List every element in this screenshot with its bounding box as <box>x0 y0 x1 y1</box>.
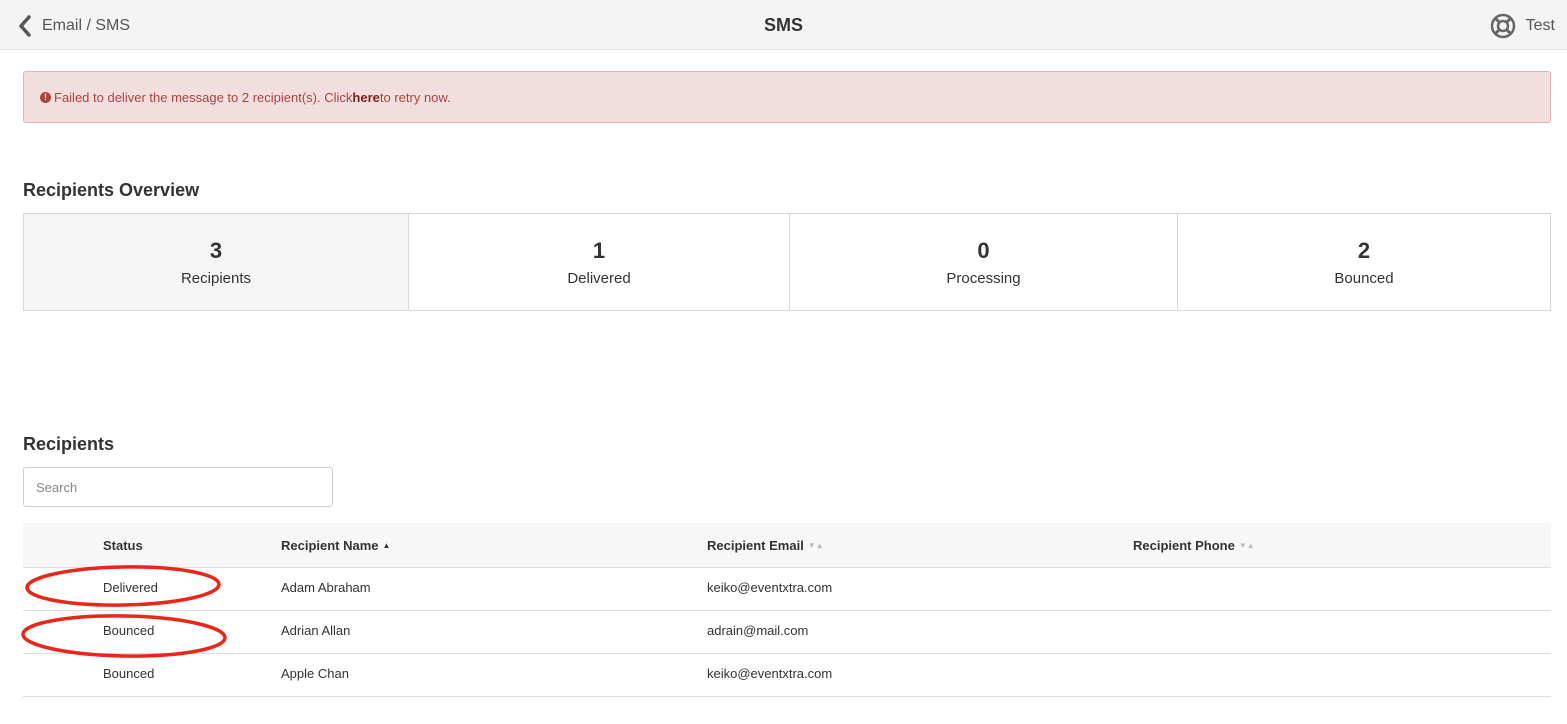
cell-email: keiko@eventxtra.com <box>707 580 833 595</box>
cell-name: Adrian Allan <box>281 623 351 638</box>
column-header-phone[interactable]: Recipient Phone ▼▲ <box>1133 538 1255 553</box>
stat-label: Delivered <box>567 269 631 287</box>
column-header-label: Recipient Name <box>281 538 379 553</box>
column-header-label: Status <box>103 538 143 553</box>
alert-text-prefix: Failed to deliver the message to 2 recip… <box>54 89 353 105</box>
retry-link[interactable]: here <box>352 90 379 105</box>
column-header-label: Recipient Phone <box>1133 538 1235 553</box>
lifebuoy-icon <box>1490 13 1515 39</box>
stat-value: 3 <box>209 237 223 263</box>
table-header: Status Recipient Name ▲ Recipient Email ▼▲… <box>23 523 1551 568</box>
exclamation-icon: ! <box>40 91 51 103</box>
table-row[interactable]: Bounced Apple Chan keiko@eventxtra.com <box>23 654 1551 697</box>
sort-icon: ▼▲ <box>807 541 824 550</box>
table-row[interactable]: Delivered Adam Abraham keiko@eventxtra.c… <box>23 568 1551 611</box>
stat-label: Recipients <box>180 269 252 287</box>
stat-delivered[interactable]: 1 Delivered <box>408 213 790 311</box>
top-bar: Email / SMS SMS Test <box>0 0 1567 50</box>
cell-status: Bounced <box>103 666 155 681</box>
recipients-heading: Recipients <box>23 434 115 454</box>
stats-panel: 3 Recipients 1 Delivered 0 Processing 2 … <box>23 213 1551 311</box>
overview-heading: Recipients Overview <box>23 180 200 200</box>
search-input[interactable] <box>23 467 333 507</box>
stat-label: Processing <box>946 269 1021 287</box>
cell-name: Adam Abraham <box>281 580 371 595</box>
cell-name: Apple Chan <box>281 666 349 681</box>
cell-status: Delivered <box>103 580 158 595</box>
stat-processing[interactable]: 0 Processing <box>789 213 1178 311</box>
stat-value: 2 <box>1357 237 1371 263</box>
column-header-email[interactable]: Recipient Email ▼▲ <box>707 538 824 553</box>
help-button[interactable]: Test <box>1490 13 1555 39</box>
help-label: Test <box>1525 17 1555 34</box>
stat-value: 1 <box>592 237 606 263</box>
column-header-name[interactable]: Recipient Name ▲ <box>281 538 390 553</box>
page-title: SMS <box>763 15 803 35</box>
cell-email: keiko@eventxtra.com <box>707 666 833 681</box>
stat-value: 0 <box>977 237 990 263</box>
table-row[interactable]: Bounced Adrian Allan adrain@mail.com <box>23 611 1551 654</box>
column-header-status[interactable]: Status <box>103 538 143 553</box>
error-alert: ! Failed to deliver the message to 2 rec… <box>23 71 1551 123</box>
alert-text-suffix: to retry now. <box>379 89 451 105</box>
sort-asc-icon: ▲ <box>382 541 391 550</box>
sort-icon: ▼▲ <box>1238 541 1255 550</box>
column-header-label: Recipient Email <box>707 538 804 553</box>
cell-email: adrain@mail.com <box>707 623 809 638</box>
stat-label: Bounced <box>1334 269 1394 287</box>
cell-status: Bounced <box>103 623 155 638</box>
stat-bounced[interactable]: 2 Bounced <box>1177 213 1551 311</box>
recipients-table: Status Recipient Name ▲ Recipient Email ▼▲… <box>23 523 1551 697</box>
stat-recipients[interactable]: 3 Recipients <box>23 213 409 311</box>
